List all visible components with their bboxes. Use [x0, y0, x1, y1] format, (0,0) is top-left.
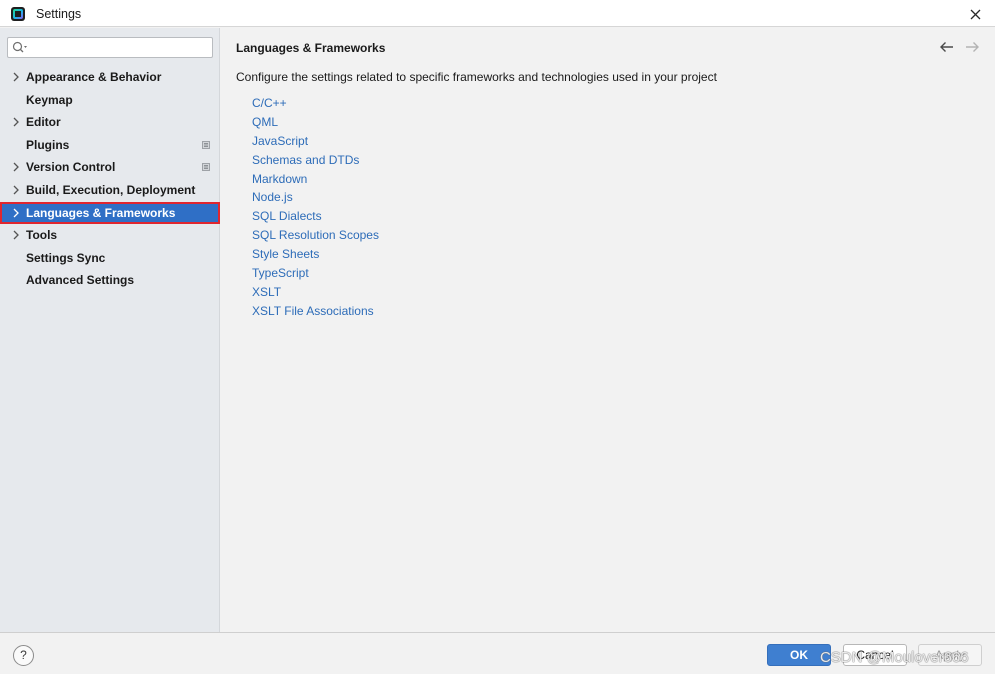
sidebar-item-label: Tools [26, 228, 58, 243]
forward-button[interactable] [963, 39, 981, 55]
framework-link[interactable]: TypeScript [252, 265, 379, 284]
project-level-icon [202, 163, 210, 172]
sidebar-item-label: Settings Sync [26, 250, 106, 265]
search-icon [12, 41, 27, 53]
arrow-left-icon [940, 42, 953, 52]
framework-link[interactable]: JavaScript [252, 133, 379, 152]
chevron-right-icon[interactable] [11, 161, 21, 173]
arrow-right-icon [966, 42, 979, 52]
settings-sidebar: Appearance & Behavior Keymap Editor Plugins… [0, 28, 220, 632]
dialog-footer: ? OK Cancel Apply CSDN @Moulover666 [0, 632, 995, 674]
sidebar-item[interactable]: Tools [0, 224, 220, 247]
title-bar: Settings [0, 0, 995, 27]
framework-link[interactable]: QML [252, 114, 379, 133]
sidebar-item-label: Version Control [26, 160, 116, 175]
framework-link[interactable]: Markdown [252, 171, 379, 190]
framework-link[interactable]: SQL Resolution Scopes [252, 227, 379, 246]
sidebar-item-label: Appearance & Behavior [26, 70, 162, 84]
sidebar-item-label: Plugins [26, 137, 70, 152]
window-title: Settings [36, 7, 82, 21]
chevron-right-icon[interactable] [11, 71, 21, 83]
settings-tree: Appearance & Behavior Keymap Editor Plugins… [0, 66, 220, 292]
close-icon [970, 9, 980, 19]
framework-link[interactable]: Node.js [252, 189, 379, 208]
framework-link[interactable]: SQL Dialects [252, 208, 379, 227]
close-button[interactable] [965, 4, 985, 24]
back-button[interactable] [938, 39, 956, 55]
sidebar-item[interactable]: Languages & Frameworks [0, 201, 220, 225]
sidebar-item[interactable]: Editor [0, 111, 220, 134]
page-description: Configure the settings related to specif… [236, 70, 717, 84]
main-panel: Languages & Frameworks Configure the set… [221, 28, 995, 632]
chevron-right-icon[interactable] [11, 229, 21, 241]
framework-link[interactable]: XSLT File Associations [252, 303, 379, 322]
sidebar-item-label: Advanced Settings [26, 273, 135, 288]
watermark: CSDN @Moulover666 [820, 649, 969, 666]
sidebar-item[interactable]: Settings Sync [0, 247, 220, 270]
framework-link[interactable]: Schemas and DTDs [252, 152, 379, 171]
framework-links: C/C++ QML JavaScript Schemas and DTDs Markdo… [252, 95, 379, 322]
framework-link[interactable]: XSLT [252, 284, 379, 303]
chevron-right-icon[interactable] [11, 207, 21, 219]
sidebar-item[interactable]: Advanced Settings [0, 269, 220, 292]
sidebar-item[interactable]: Build, Execution, Deployment [0, 179, 220, 202]
app-logo-icon [11, 7, 25, 21]
help-button[interactable]: ? [13, 645, 34, 666]
settings-search-input[interactable] [7, 37, 213, 58]
sidebar-item-label: Editor [26, 115, 61, 130]
sidebar-item[interactable]: Version Control [0, 156, 220, 179]
sidebar-item-label: Languages & Frameworks [26, 205, 176, 220]
project-level-icon [202, 140, 210, 149]
sidebar-item[interactable]: Plugins [0, 134, 220, 157]
chevron-right-icon[interactable] [11, 116, 21, 128]
sidebar-item[interactable]: Keymap [0, 89, 220, 112]
page-title: Languages & Frameworks [236, 41, 386, 55]
framework-link[interactable]: Style Sheets [252, 246, 379, 265]
framework-link[interactable]: C/C++ [252, 95, 379, 114]
sidebar-item-label: Build, Execution, Deployment [26, 182, 196, 197]
chevron-right-icon[interactable] [11, 184, 21, 196]
sidebar-item[interactable]: Appearance & Behavior [0, 66, 220, 89]
sidebar-item-label: Keymap [26, 92, 73, 107]
